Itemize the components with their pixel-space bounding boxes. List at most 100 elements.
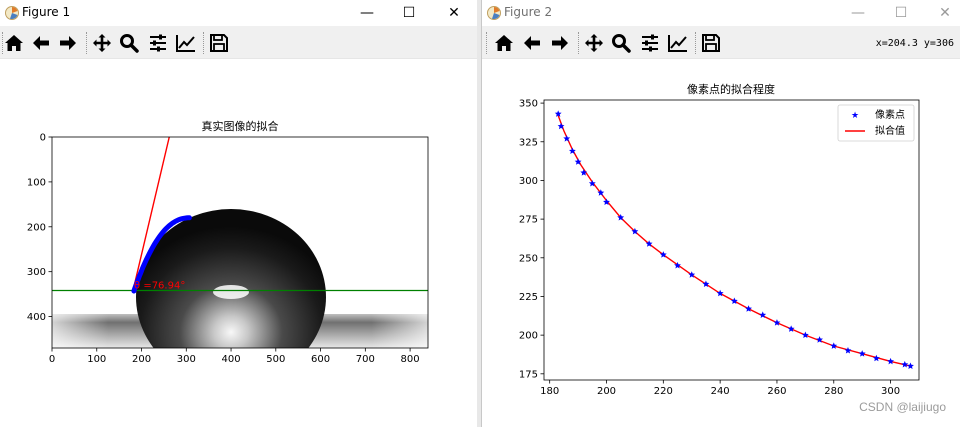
x-tick-label: 100 [87, 354, 106, 365]
toolbar-separator [578, 32, 579, 54]
subplots-button[interactable] [638, 31, 662, 55]
x-tick-label: 300 [881, 386, 900, 397]
navigation-toolbar [0, 26, 477, 59]
home-icon [495, 35, 513, 51]
figure2-window: Figure 2 — ☐ ✕ x=204.3 y=306 像素点的拟合程度 18… [481, 0, 960, 427]
home-button[interactable] [2, 31, 26, 55]
legend-label-points: 像素点 [875, 108, 905, 121]
close-button[interactable]: ✕ [431, 0, 477, 26]
move-icon [93, 34, 111, 52]
line-chart-icon [176, 35, 195, 52]
matplotlib-app-icon [487, 6, 501, 20]
toolbar-separator [695, 32, 696, 54]
save-button[interactable] [207, 31, 231, 55]
x-tick-label: 300 [177, 354, 196, 365]
back-button[interactable] [29, 31, 53, 55]
watermark: CSDN @laijiugo [859, 400, 946, 414]
minimize-button[interactable]: — [344, 0, 390, 26]
y-tick-label: 200 [519, 331, 538, 342]
x-tick-label: 500 [266, 354, 285, 365]
arrow-left-icon [33, 36, 49, 50]
forward-button[interactable] [548, 31, 572, 55]
figure1-plot-title: 真实图像的拟合 [202, 119, 279, 133]
close-button[interactable]: ✕ [922, 0, 960, 26]
x-tick-label: 600 [311, 354, 330, 365]
arrow-left-icon [524, 36, 540, 50]
figure2-titlebar[interactable]: Figure 2 — ☐ ✕ [482, 0, 960, 26]
x-axis: 180 200 220 240 260 280 300 [540, 380, 900, 397]
window-title: Figure 1 [22, 5, 71, 19]
home-button[interactable] [492, 31, 516, 55]
x-tick-label: 220 [654, 386, 673, 397]
y-tick-label: 400 [27, 312, 46, 323]
home-icon [5, 35, 23, 51]
magnifier-icon [120, 34, 139, 53]
customize-button[interactable] [174, 31, 198, 55]
maximize-button[interactable]: ☐ [878, 0, 924, 26]
x-tick-label: 700 [356, 354, 375, 365]
toolbar-grip [486, 32, 487, 54]
x-tick-label: 240 [711, 386, 730, 397]
subplots-button[interactable] [146, 31, 170, 55]
window-title: Figure 2 [504, 5, 553, 19]
floppy-disk-icon [210, 34, 228, 52]
matplotlib-app-icon [5, 6, 19, 20]
zoom-button[interactable] [609, 31, 633, 55]
x-tick-label: 180 [540, 386, 559, 397]
y-axis: 175 200 225 250 275 300 325 350 [519, 99, 544, 380]
navigation-toolbar: x=204.3 y=306 [482, 26, 960, 59]
y-tick-label: 200 [27, 222, 46, 233]
x-axis: 0 100 200 300 400 500 600 700 800 [49, 348, 420, 365]
figure2-axes: 180 200 220 240 260 280 300 175 200 225 250 275 300… [519, 99, 920, 397]
figure1-axes: 0 100 200 300 400 500 600 700 800 0100200300400 … [27, 133, 429, 365]
y-tick-label: 300 [519, 176, 538, 187]
toolbar-separator [203, 32, 204, 54]
legend-star-icon: ★ [851, 111, 859, 121]
y-tick-label: 300 [27, 267, 46, 278]
x-tick-label: 260 [767, 386, 786, 397]
figure1-titlebar[interactable]: Figure 1 — ☐ ✕ [0, 0, 477, 26]
pan-button[interactable] [90, 31, 114, 55]
y-tick-label: 250 [519, 253, 538, 264]
back-button[interactable] [520, 31, 544, 55]
axes-frame [543, 99, 920, 381]
y-tick-label: 275 [519, 215, 538, 226]
floppy-disk-icon [702, 34, 720, 52]
x-tick-label: 280 [824, 386, 843, 397]
customize-button[interactable] [666, 31, 690, 55]
move-icon [585, 34, 603, 52]
y-tick-label: 0 [40, 133, 46, 144]
zoom-button[interactable] [117, 31, 141, 55]
y-tick-label: 350 [519, 99, 538, 110]
y-axis: 0 100 200 300 400 [27, 133, 52, 323]
y-tick-label: 225 [519, 292, 538, 303]
figure1-canvas[interactable]: 真实图像的拟合 0 100 200 300 400 500 600 700 800 0 100 20… [0, 60, 477, 427]
y-tick-label: 325 [519, 137, 538, 148]
save-button[interactable] [699, 31, 723, 55]
toolbar-separator [86, 32, 87, 54]
x-tick-label: 400 [222, 354, 241, 365]
magnifier-icon [612, 34, 631, 53]
x-tick-label: 800 [401, 354, 420, 365]
x-tick-label: 200 [132, 354, 151, 365]
line-chart-icon [668, 35, 687, 52]
sliders-icon [642, 34, 658, 52]
x-tick-label: 200 [597, 386, 616, 397]
legend: ★ 像素点 拟合值 [837, 104, 915, 142]
y-tick-label: 175 [519, 369, 538, 380]
figure2-canvas[interactable]: 像素点的拟合程度 180 200 220 240 260 280 300 175 200 225… [482, 60, 960, 427]
arrow-right-icon [552, 36, 568, 50]
x-tick-label: 0 [49, 354, 55, 365]
sliders-icon [150, 34, 166, 52]
forward-button[interactable] [56, 31, 80, 55]
cursor-coordinates: x=204.3 y=306 [875, 38, 954, 49]
arrow-right-icon [60, 36, 76, 50]
pan-button[interactable] [582, 31, 606, 55]
figure2-chart-title: 像素点的拟合程度 [687, 82, 775, 96]
figure1-window: Figure 1 — ☐ ✕ 真实图像的拟合 0 100 200 300 400… [0, 0, 477, 427]
y-tick-label: 100 [27, 177, 46, 188]
legend-label-fit: 拟合值 [875, 124, 905, 137]
contact-angle-label: θ =76.94° [134, 281, 185, 292]
maximize-button[interactable]: ☐ [386, 0, 432, 26]
minimize-button[interactable]: — [835, 0, 881, 26]
